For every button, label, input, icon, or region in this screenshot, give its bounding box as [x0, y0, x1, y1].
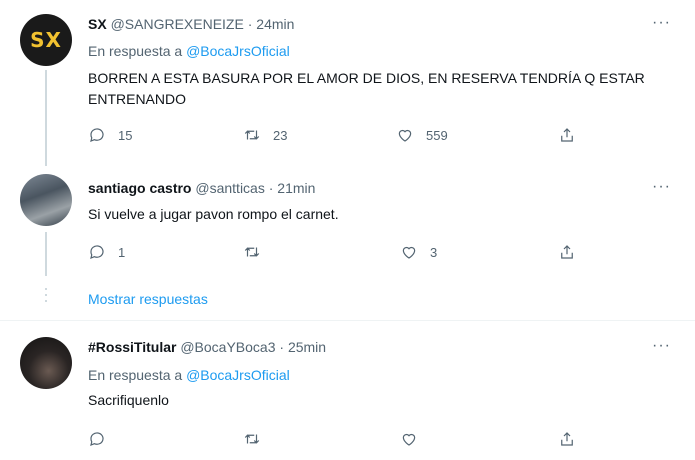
- avatar-logo-text: SX: [30, 28, 62, 52]
- reply-prefix: En respuesta a: [88, 367, 183, 383]
- reply-context: En respuesta a @BocaJrsOficial: [88, 43, 290, 59]
- like-count: 559: [426, 127, 448, 143]
- tweet-text: BORREN A ESTA BASURA POR EL AMOR DE DIOS…: [88, 70, 645, 107]
- user-handle[interactable]: @SANGREXENEIZE: [111, 16, 244, 32]
- retweet-button[interactable]: [243, 430, 261, 448]
- like-button[interactable]: 3: [400, 243, 437, 261]
- reply-icon: [90, 432, 104, 446]
- avatar[interactable]: [20, 174, 72, 226]
- like-button[interactable]: 559: [396, 126, 448, 144]
- retweet-icon: [244, 434, 260, 444]
- display-name[interactable]: SX: [88, 16, 107, 32]
- tweet-text: Sacrifiquenlo: [88, 392, 169, 408]
- tweet-actions: [88, 430, 588, 450]
- display-name[interactable]: #RossiTitular: [88, 339, 176, 355]
- tweet-actions: 15 23 559: [88, 126, 588, 146]
- timestamp[interactable]: 21min: [277, 180, 315, 196]
- avatar[interactable]: SX: [20, 14, 72, 66]
- separator: ·: [247, 16, 253, 32]
- timestamp[interactable]: 25min: [288, 339, 326, 355]
- tweet-header: SX @SANGREXENEIZE · 24min: [88, 16, 294, 32]
- reply-icon: [90, 128, 104, 142]
- heart-icon: [398, 129, 412, 142]
- heart-icon: [402, 246, 416, 259]
- thread-continuation-dots: [45, 288, 47, 306]
- share-button[interactable]: [558, 430, 576, 448]
- share-icon: [561, 432, 573, 446]
- retweet-count: 23: [273, 127, 288, 143]
- tweet-text: Si vuelve a jugar pavon rompo el carnet.: [88, 206, 339, 222]
- avatar[interactable]: [20, 337, 72, 389]
- share-button[interactable]: [558, 126, 576, 144]
- display-name[interactable]: santiago castro: [88, 180, 191, 196]
- tweet-header: santiago castro @santticas · 21min: [88, 180, 315, 196]
- reply-context: En respuesta a @BocaJrsOficial: [88, 367, 290, 383]
- reply-count: 15: [118, 127, 133, 143]
- timestamp[interactable]: 24min: [256, 16, 294, 32]
- share-icon: [561, 128, 573, 142]
- separator: ·: [279, 339, 285, 355]
- more-options-icon[interactable]: ···: [652, 178, 671, 196]
- tweet-1[interactable]: SX SX @SANGREXENEIZE · 24min ··· En resp…: [0, 0, 695, 166]
- retweet-icon: [244, 247, 260, 257]
- reply-mention-link[interactable]: @BocaJrsOficial: [186, 367, 290, 383]
- share-button[interactable]: [558, 243, 576, 261]
- tweet-header: #RossiTitular @BocaYBoca3 · 25min: [88, 339, 326, 355]
- separator: ·: [268, 180, 274, 196]
- reply-button[interactable]: 1: [88, 243, 125, 261]
- like-button[interactable]: [400, 430, 418, 448]
- tweet-3[interactable]: #RossiTitular @BocaYBoca3 · 25min ··· En…: [0, 321, 695, 460]
- share-icon: [561, 245, 573, 259]
- reply-count: 1: [118, 244, 126, 260]
- like-count: 3: [430, 244, 438, 260]
- show-replies-link[interactable]: Mostrar respuestas: [88, 291, 208, 307]
- reply-button[interactable]: 15: [88, 126, 132, 144]
- retweet-button[interactable]: 23: [243, 126, 287, 144]
- user-handle[interactable]: @santticas: [195, 180, 264, 196]
- reply-prefix: En respuesta a: [88, 43, 183, 59]
- more-options-icon[interactable]: ···: [652, 337, 671, 355]
- thread-line: [45, 232, 47, 276]
- tweet-2[interactable]: santiago castro @santticas · 21min ··· S…: [0, 166, 695, 307]
- reply-icon: [90, 245, 104, 259]
- thread-line: [45, 70, 47, 166]
- tweet-actions: 1 3: [88, 243, 588, 263]
- reply-button[interactable]: [88, 430, 106, 448]
- user-handle[interactable]: @BocaYBoca3: [180, 339, 275, 355]
- retweet-icon: [244, 130, 260, 140]
- retweet-button[interactable]: [243, 243, 273, 261]
- more-options-icon[interactable]: ···: [652, 14, 671, 32]
- reply-mention-link[interactable]: @BocaJrsOficial: [186, 43, 290, 59]
- heart-icon: [402, 433, 416, 446]
